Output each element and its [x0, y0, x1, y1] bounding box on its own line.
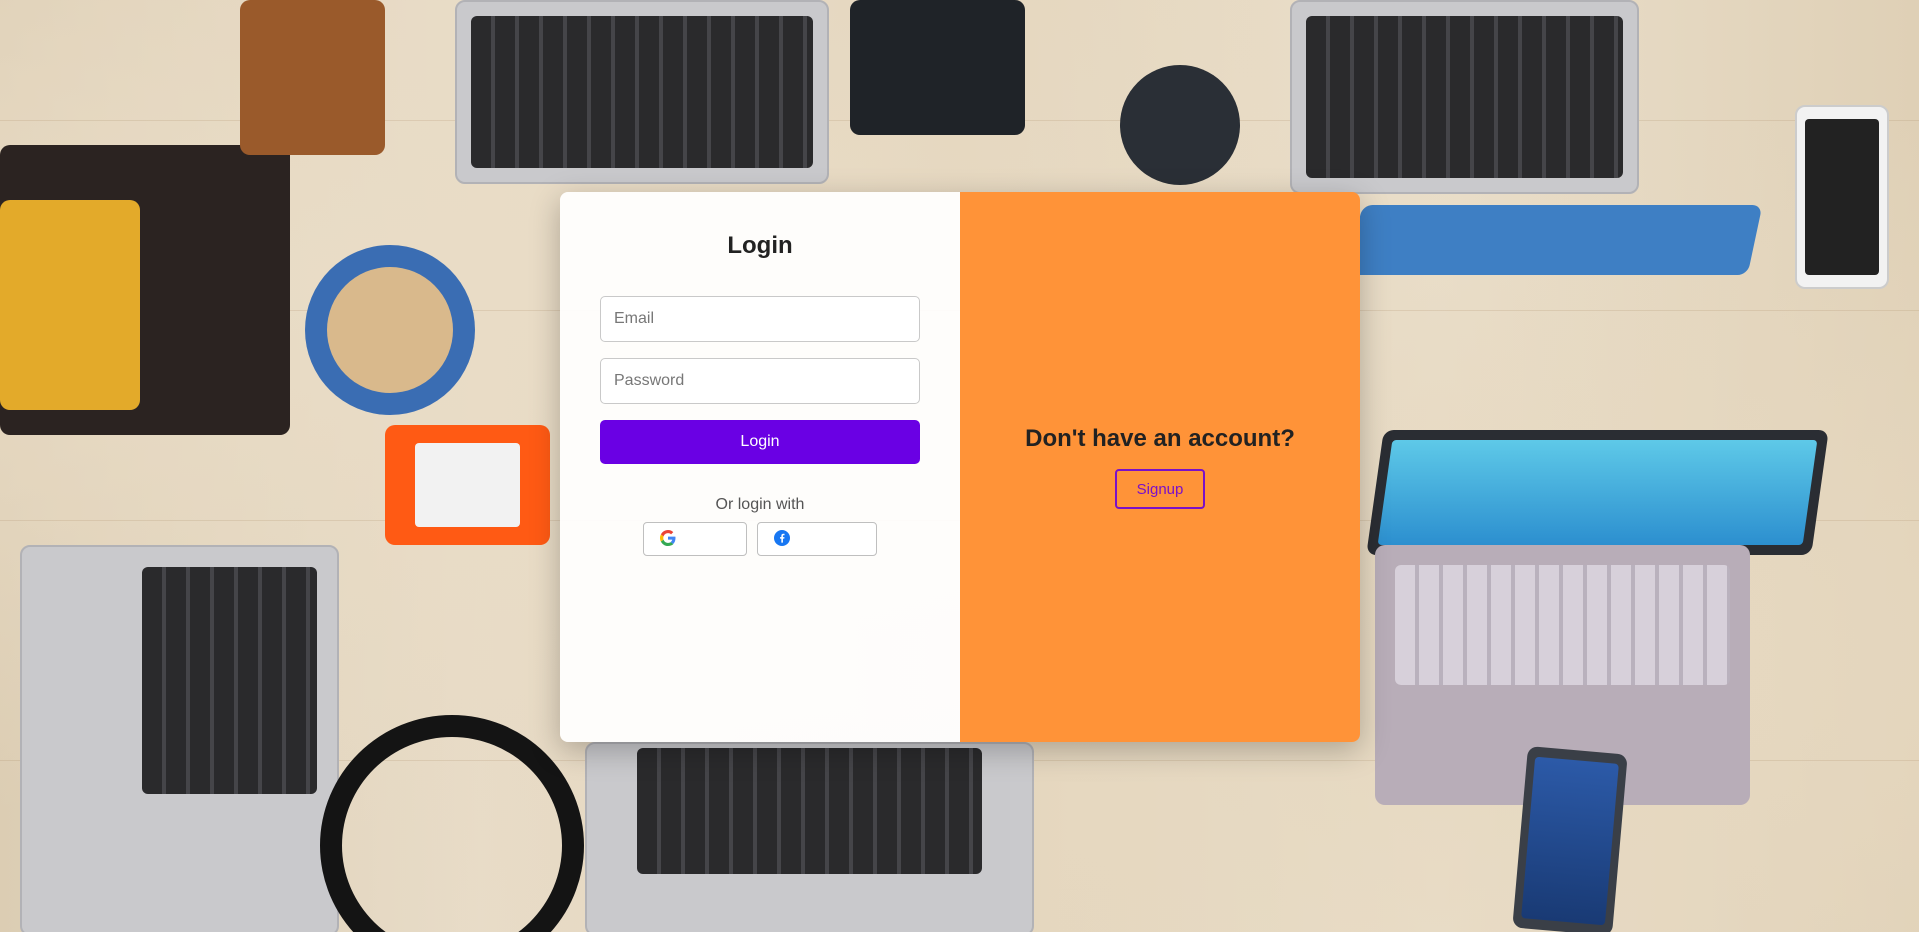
signup-button[interactable]: Signup — [1115, 469, 1205, 509]
cup-image — [1120, 65, 1240, 185]
signup-prompt-title: Don't have an account? — [1025, 425, 1295, 452]
facebook-login-button[interactable] — [757, 522, 877, 556]
email-input[interactable] — [600, 296, 920, 342]
facebook-icon — [774, 529, 790, 549]
laptop-image — [1347, 205, 1763, 275]
laptop-image — [455, 0, 829, 184]
social-login-row — [560, 522, 960, 556]
phone-image — [1795, 105, 1889, 289]
headphones-image — [320, 715, 584, 932]
signup-panel: Don't have an account? Signup — [960, 192, 1360, 742]
laptop-image — [20, 545, 339, 932]
laptop-image — [585, 742, 1034, 932]
bowl-image — [305, 245, 475, 415]
pouch-image — [240, 0, 385, 155]
auth-card: Login Login Or login with — [560, 192, 1360, 742]
google-icon — [660, 529, 676, 549]
login-panel: Login Login Or login with — [560, 192, 960, 742]
notebook-image — [850, 0, 1025, 135]
google-login-button[interactable] — [643, 522, 747, 556]
pouch-image — [0, 200, 140, 410]
login-title: Login — [727, 232, 793, 259]
phone-image — [1512, 745, 1628, 932]
login-button[interactable]: Login — [600, 420, 920, 464]
hard-drive-image — [385, 425, 550, 545]
laptop-image — [1290, 0, 1639, 194]
laptop-image — [1366, 430, 1829, 555]
password-input[interactable] — [600, 358, 920, 404]
or-login-with-label: Or login with — [715, 496, 805, 513]
